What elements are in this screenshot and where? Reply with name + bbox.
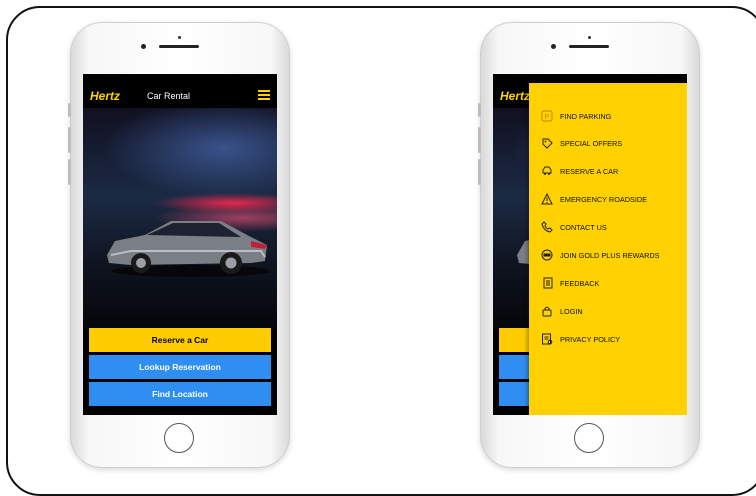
feedback-icon [541,277,553,289]
lock-icon [541,305,553,317]
parking-icon: P [541,110,553,122]
front-camera [178,36,181,39]
home-button[interactable] [164,423,194,453]
menu-item-special-offers[interactable]: SPECIAL OFFERS [541,136,622,150]
menu-item-find-parking[interactable]: P FIND PARKING [541,109,611,123]
menu-item-contact-us[interactable]: CONTACT US [541,220,607,234]
menu-item-feedback[interactable]: FEEDBACK [541,276,599,290]
phone-right: Hertz P FIND PARKING SPECIAL OFFERS RESE… [478,22,700,468]
front-camera [588,36,591,39]
sensor-dot [551,44,556,49]
menu-item-gold-plus-rewards[interactable]: JOIN GOLD PLUS REWARDS [541,248,659,262]
menu-item-privacy-policy[interactable]: PRIVACY POLICY [541,332,620,346]
page-title: Car Rental [147,90,191,101]
reserve-car-button[interactable]: Reserve a Car [89,328,271,352]
car-illustration [107,221,269,277]
tag-icon [541,137,553,149]
sensor-dot [141,44,146,49]
gold-badge-icon [541,249,553,261]
app-screen-menu-open: Hertz P FIND PARKING SPECIAL OFFERS RESE… [493,74,687,415]
status-bar [83,74,277,83]
app-screen-main: Hertz Car Rental Reserve a Car Lookup Re… [83,74,277,415]
phone-icon [541,221,553,233]
hertz-logo[interactable]: Hertz [500,89,530,103]
hamburger-menu-icon[interactable] [258,90,270,100]
app-header: Hertz Car Rental [83,83,277,108]
hero-image [83,108,277,330]
menu-item-login[interactable]: LOGIN [541,304,583,318]
warning-icon [541,193,553,205]
earpiece-speaker [159,45,199,48]
car-icon [541,165,553,177]
status-bar [493,74,687,83]
document-icon [541,333,553,345]
home-button[interactable] [574,423,604,453]
earpiece-speaker [569,45,609,48]
side-menu-drawer: P FIND PARKING SPECIAL OFFERS RESERVE A … [529,83,687,415]
lookup-reservation-button[interactable]: Lookup Reservation [89,355,271,379]
action-buttons: Reserve a Car Lookup Reservation Find Lo… [89,328,271,409]
menu-item-emergency-roadside[interactable]: EMERGENCY ROADSIDE [541,192,647,206]
find-location-button[interactable]: Find Location [89,382,271,406]
menu-item-reserve-car[interactable]: RESERVE A CAR [541,164,618,178]
svg-text:P: P [545,114,550,121]
hertz-logo[interactable]: Hertz [90,89,120,103]
phone-left: Hertz Car Rental Reserve a Car Lookup Re… [68,22,290,468]
